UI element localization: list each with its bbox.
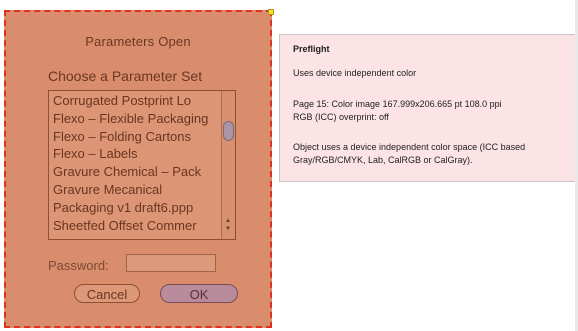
list-item[interactable]: Flexo – Labels (53, 145, 221, 163)
tooltip-description-cont: Gray/RGB/CMYK, Lab, CalRGB or CalGray). (293, 155, 473, 165)
cancel-button[interactable]: Cancel (74, 284, 140, 303)
list-item[interactable]: Gravure Chemical – Pack (53, 163, 221, 181)
password-label: Password: (48, 258, 109, 273)
list-item[interactable]: Sheetfed Offset Commer (53, 217, 221, 235)
selection-handle[interactable] (268, 9, 274, 15)
tooltip-color-info: RGB (ICC) overprint: off (293, 112, 389, 122)
password-field[interactable] (126, 254, 216, 272)
scroll-arrows-icon[interactable]: ▲ ▼ (225, 217, 231, 233)
scroll-thumb[interactable] (223, 121, 234, 141)
list-item[interactable]: Flexo – Flexible Packaging (53, 110, 221, 128)
parameter-set-list[interactable]: Corrugated Postprint Lo Flexo – Flexible… (48, 90, 236, 240)
list-item[interactable]: Packaging v1 draft6.ppp (53, 199, 221, 217)
list-item[interactable]: Corrugated Postprint Lo (53, 92, 221, 110)
choose-parameter-set-label: Choose a Parameter Set (48, 68, 203, 84)
parameters-open-dialog-image[interactable]: Parameters Open Choose a Parameter Set C… (4, 10, 272, 328)
list-item[interactable]: Gravure Mecanical (53, 181, 221, 199)
list-item[interactable]: Flexo – Folding Cartons (53, 128, 221, 146)
list-scrollbar[interactable]: ▲ ▼ (221, 91, 235, 239)
tooltip-summary: Uses device independent color (293, 68, 417, 78)
tooltip-page-info: Page 15: Color image 167.999x206.665 pt … (293, 99, 502, 109)
preflight-tooltip: Preflight Uses device independent color … (279, 34, 578, 182)
dialog-title: Parameters Open (85, 34, 191, 49)
tooltip-description: Object uses a device independent color s… (293, 142, 526, 152)
tooltip-title: Preflight (293, 44, 330, 54)
ok-button[interactable]: OK (160, 284, 238, 303)
parameter-set-items: Corrugated Postprint Lo Flexo – Flexible… (53, 92, 221, 234)
